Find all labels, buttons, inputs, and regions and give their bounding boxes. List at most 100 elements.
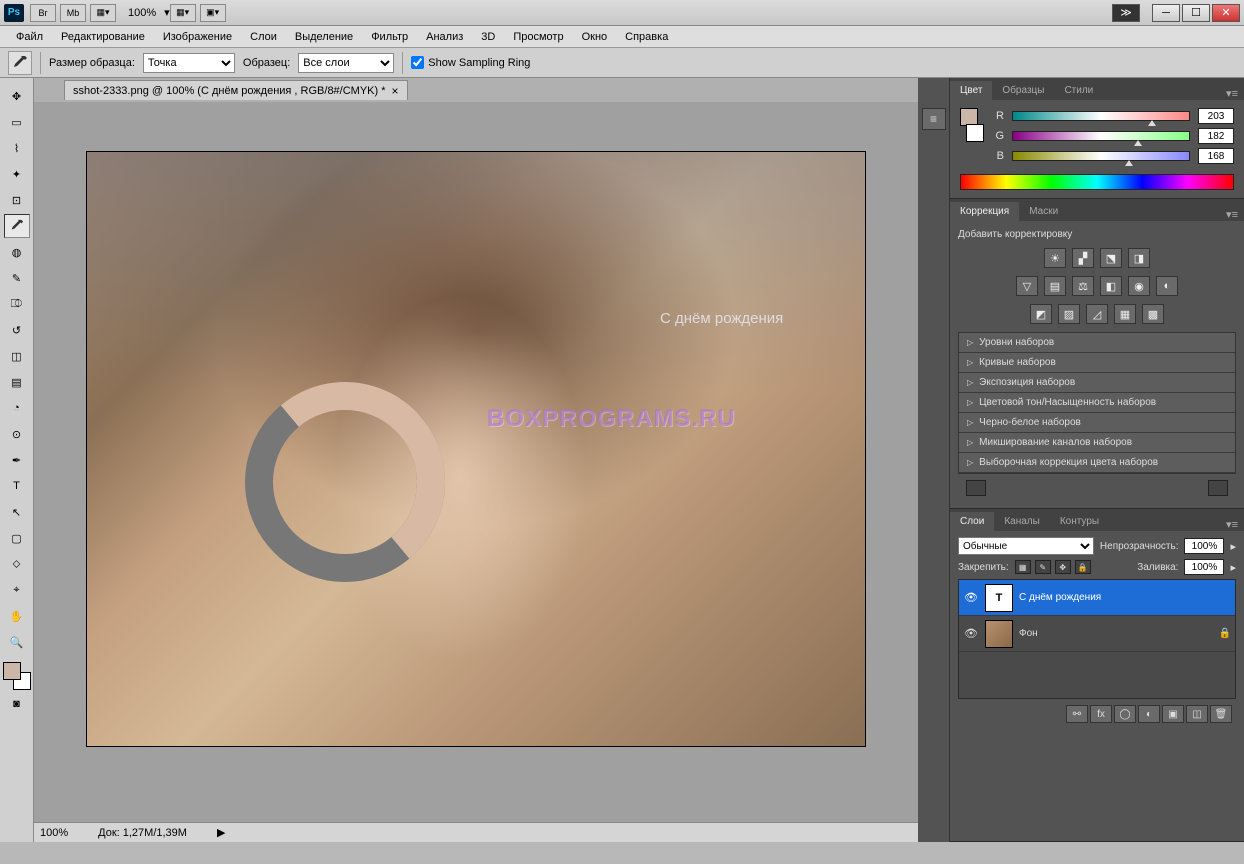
preset-item[interactable]: Выборочная коррекция цвета наборов: [959, 453, 1235, 473]
marquee-tool[interactable]: ▭: [4, 110, 30, 134]
tab-channels[interactable]: Каналы: [994, 512, 1050, 531]
menu-select[interactable]: Выделение: [287, 28, 361, 46]
menu-file[interactable]: Файл: [8, 28, 51, 46]
tab-layers[interactable]: Слои: [950, 512, 994, 531]
blur-tool[interactable]: ◔: [4, 396, 30, 420]
status-docsize[interactable]: Док: 1,27M/1,39M: [98, 827, 187, 839]
color-swatches[interactable]: [3, 662, 31, 690]
3d-camera-tool[interactable]: ⌖: [4, 578, 30, 602]
lasso-tool[interactable]: ⌇: [4, 136, 30, 160]
fill-input[interactable]: [1184, 559, 1224, 575]
gradient-map-icon[interactable]: ▦: [1114, 304, 1136, 324]
path-select-tool[interactable]: ↖: [4, 500, 30, 524]
pen-tool[interactable]: ✒: [4, 448, 30, 472]
panel-color-swatches[interactable]: [960, 108, 984, 142]
menu-help[interactable]: Справка: [617, 28, 676, 46]
gradient-tool[interactable]: ▤: [4, 370, 30, 394]
viewdoc-dropdown[interactable]: ▦▾: [90, 4, 116, 22]
opacity-input[interactable]: [1184, 538, 1224, 554]
layer-item[interactable]: 👁 T С днём рождения: [959, 580, 1235, 616]
posterize-icon[interactable]: ▨: [1058, 304, 1080, 324]
delete-layer-icon[interactable]: 🗑: [1210, 705, 1232, 723]
zoom-level[interactable]: 100%: [128, 7, 156, 19]
visibility-icon[interactable]: 👁: [963, 627, 979, 640]
eyedropper-icon[interactable]: [8, 51, 32, 75]
tab-swatches[interactable]: Образцы: [992, 81, 1054, 100]
curves-icon[interactable]: ⬔: [1100, 248, 1122, 268]
maximize-button[interactable]: ☐: [1182, 4, 1210, 22]
layer-item[interactable]: 👁 Фон 🔒: [959, 616, 1235, 652]
adj-clip-icon[interactable]: [1208, 480, 1228, 496]
opacity-arrow-icon[interactable]: ▸: [1230, 540, 1236, 553]
adj-expand-icon[interactable]: [966, 480, 986, 496]
lock-transparency-icon[interactable]: ▦: [1015, 560, 1031, 574]
menu-image[interactable]: Изображение: [155, 28, 240, 46]
eraser-tool[interactable]: ◫: [4, 344, 30, 368]
document-tab[interactable]: sshot-2333.png @ 100% (С днём рождения ,…: [64, 80, 408, 100]
tab-masks[interactable]: Маски: [1019, 202, 1068, 221]
lock-position-icon[interactable]: ✥: [1055, 560, 1071, 574]
type-tool[interactable]: T: [4, 474, 30, 498]
bw-icon[interactable]: ◧: [1100, 276, 1122, 296]
new-adjustment-icon[interactable]: ◐: [1138, 705, 1160, 723]
menu-analysis[interactable]: Анализ: [418, 28, 471, 46]
panel-menu-icon[interactable]: ▾≡: [1220, 208, 1244, 221]
menu-3d[interactable]: 3D: [473, 28, 503, 46]
new-layer-icon[interactable]: ◫: [1186, 705, 1208, 723]
arrange-dropdown[interactable]: ▦▾: [170, 4, 196, 22]
b-slider[interactable]: [1012, 151, 1190, 161]
tab-styles[interactable]: Стили: [1054, 81, 1103, 100]
3d-tool[interactable]: ⬦: [4, 552, 30, 576]
collapsed-panel-icon[interactable]: ≡: [922, 108, 946, 130]
quickmask-toggle[interactable]: ◙: [4, 692, 30, 716]
preset-item[interactable]: Цветовой тон/Насыщенность наборов: [959, 393, 1235, 413]
brightness-icon[interactable]: ☀: [1044, 248, 1066, 268]
menu-layer[interactable]: Слои: [242, 28, 285, 46]
vibrance-icon[interactable]: ▽: [1016, 276, 1038, 296]
clone-stamp-tool[interactable]: ⎄: [4, 292, 30, 316]
preset-item[interactable]: Микширование каналов наборов: [959, 433, 1235, 453]
shape-tool[interactable]: ▢: [4, 526, 30, 550]
tab-color[interactable]: Цвет: [950, 81, 992, 100]
tab-paths[interactable]: Контуры: [1050, 512, 1109, 531]
link-layers-icon[interactable]: ⚯: [1066, 705, 1088, 723]
canvas[interactable]: С днём рождения BOXPROGRAMS.RU: [87, 152, 865, 746]
sample-select[interactable]: Все слои: [298, 53, 394, 73]
move-tool[interactable]: ✥: [4, 84, 30, 108]
sample-size-select[interactable]: Точка: [143, 53, 235, 73]
status-arrow-icon[interactable]: ▶: [217, 826, 225, 839]
hand-tool[interactable]: ✋: [4, 604, 30, 628]
selective-color-icon[interactable]: ▩: [1142, 304, 1164, 324]
lock-all-icon[interactable]: 🔒: [1075, 560, 1091, 574]
channel-mixer-icon[interactable]: ◐: [1156, 276, 1178, 296]
hue-sat-icon[interactable]: ▤: [1044, 276, 1066, 296]
blend-mode-select[interactable]: Обычные: [958, 537, 1094, 555]
minimize-button[interactable]: ─: [1152, 4, 1180, 22]
exposure-icon[interactable]: ◨: [1128, 248, 1150, 268]
tab-adjustments[interactable]: Коррекция: [950, 202, 1019, 221]
healing-brush-tool[interactable]: ◍: [4, 240, 30, 264]
layer-fx-icon[interactable]: fx: [1090, 705, 1112, 723]
photo-filter-icon[interactable]: ◉: [1128, 276, 1150, 296]
invert-icon[interactable]: ◩: [1030, 304, 1052, 324]
preset-item[interactable]: Черно-белое наборов: [959, 413, 1235, 433]
status-zoom[interactable]: 100%: [40, 827, 68, 839]
r-slider[interactable]: [1012, 111, 1190, 121]
expand-panels-button[interactable]: ≫: [1112, 4, 1140, 22]
screenmode-dropdown[interactable]: ▣▾: [200, 4, 226, 22]
menu-view[interactable]: Просмотр: [505, 28, 571, 46]
panel-menu-icon[interactable]: ▾≡: [1220, 87, 1244, 100]
brush-tool[interactable]: ✎: [4, 266, 30, 290]
eyedropper-tool[interactable]: [4, 214, 30, 238]
crop-tool[interactable]: ⊡: [4, 188, 30, 212]
zoom-tool[interactable]: 🔍: [4, 630, 30, 654]
lock-pixels-icon[interactable]: ✎: [1035, 560, 1051, 574]
close-tab-icon[interactable]: ×: [392, 84, 399, 98]
threshold-icon[interactable]: ◿: [1086, 304, 1108, 324]
preset-item[interactable]: Уровни наборов: [959, 333, 1235, 353]
panel-menu-icon[interactable]: ▾≡: [1220, 518, 1244, 531]
foreground-swatch[interactable]: [3, 662, 21, 680]
preset-item[interactable]: Кривые наборов: [959, 353, 1235, 373]
color-balance-icon[interactable]: ⚖: [1072, 276, 1094, 296]
r-input[interactable]: [1198, 108, 1234, 124]
